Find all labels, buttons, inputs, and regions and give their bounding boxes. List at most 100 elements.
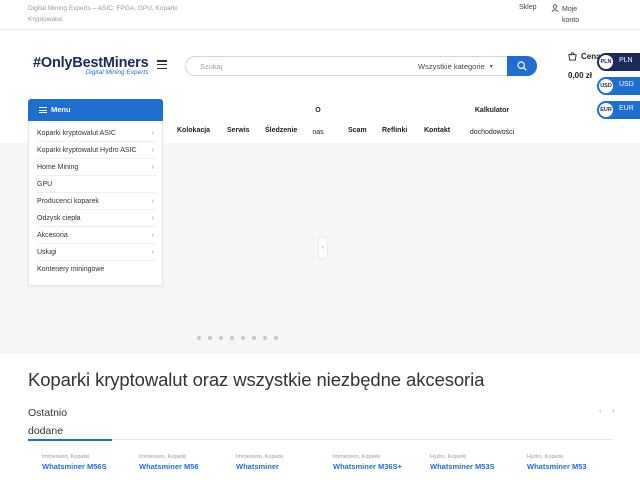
currency-eur-code: EUR: [599, 103, 613, 117]
menu-item-odzysk-ciepla[interactable]: Odzysk ciepła ›: [37, 210, 156, 227]
menu-item-label: Odzysk ciepła: [37, 215, 81, 222]
chevron-down-icon: ▼: [488, 64, 494, 70]
chevron-right-icon: ›: [151, 215, 154, 222]
menu-icon: [39, 107, 47, 113]
slider-dot[interactable]: [274, 336, 278, 340]
product-card[interactable]: Hydro, Koparki Whatsminer M53: [527, 454, 613, 471]
nav-kolokacja[interactable]: Kolokacja: [177, 127, 210, 134]
product-category: Immersion, Koparki: [139, 454, 187, 460]
user-icon: [551, 4, 559, 12]
nav-o-nas-top: O: [315, 107, 321, 114]
product-name[interactable]: Whatsminer M53S: [430, 462, 516, 471]
slider-dot[interactable]: [219, 336, 223, 340]
product-category: Hydro, Koparki: [430, 454, 467, 460]
menu-item-akcesoria[interactable]: Akcesoria ›: [37, 227, 156, 244]
nav-reflinki[interactable]: Reflinki: [382, 127, 407, 134]
currency-eur[interactable]: EUR EUR: [597, 101, 640, 119]
slider-dot[interactable]: [208, 336, 212, 340]
slider-prev-button[interactable]: ‹: [319, 238, 327, 258]
menu-item-label: Akcesoria: [37, 232, 68, 239]
menu-header[interactable]: Menu: [28, 99, 163, 121]
currency-eur-label: EUR: [619, 105, 634, 112]
carousel-arrows[interactable]: ‹ ›: [599, 406, 619, 415]
product-card[interactable]: Immersion, Koparki Whatsminer M36S+: [333, 454, 419, 471]
menu-item-label: Koparki kryptowalut ASIC: [37, 130, 116, 137]
currency-pln[interactable]: PLN PLN: [597, 53, 640, 71]
search-input[interactable]: [200, 60, 400, 72]
chevron-right-icon: ›: [151, 164, 154, 171]
slider-dot[interactable]: [230, 336, 234, 340]
product-name[interactable]: Whatsminer: [236, 462, 322, 471]
currency-usd-code: USD: [599, 79, 613, 93]
menu-item-label: Koparki kryptowalut Hydro ASIC: [37, 147, 137, 154]
menu-item-producenci[interactable]: Producenci koparek ›: [37, 193, 156, 210]
slider-dot[interactable]: [252, 336, 256, 340]
product-name[interactable]: Whatsminer M36S+: [333, 462, 419, 471]
menu-item-hydro-asic[interactable]: Koparki kryptowalut Hydro ASIC ›: [37, 142, 156, 159]
product-name[interactable]: Whatsminer M53: [527, 462, 613, 471]
cart-total: 0,00 zł: [568, 71, 593, 80]
site-tagline: Digital Mining Experts – ASIC, FPGA, GPU…: [28, 5, 178, 23]
search-bar: Wszystkie kategorie▼: [185, 56, 537, 76]
product-card[interactable]: Immersion, Koparki Whatsminer: [236, 454, 322, 471]
menu-item-label: Usługi: [37, 249, 57, 256]
nav-kalkulator-bottom: dochodowości: [469, 129, 515, 136]
product-category: Immersion, Koparki: [236, 454, 284, 460]
currency-usd[interactable]: USD USD: [597, 77, 640, 95]
recent-section-title: Ostatnio dodane: [28, 404, 67, 440]
nav-scam[interactable]: Scam: [348, 127, 367, 134]
product-card[interactable]: Immersion, Koparki Whatsminer M56: [139, 454, 225, 471]
nav-sledzenie[interactable]: Śledzenie: [265, 127, 297, 134]
chevron-right-icon: ›: [151, 249, 154, 256]
search-button[interactable]: [507, 56, 537, 76]
nav-o-nas-bottom: nas: [312, 129, 324, 136]
menu-header-label: Menu: [51, 105, 71, 114]
nav-serwis[interactable]: Serwis: [227, 127, 250, 134]
menu-item-gpu[interactable]: GPU: [37, 176, 156, 193]
product-category: Immersion, Koparki: [42, 454, 90, 460]
nav-kalkulator-top: Kalkulator: [474, 107, 510, 114]
nav-kalkulator[interactable]: Kalkulator dochodowości: [465, 105, 519, 138]
chevron-right-icon: ›: [151, 198, 154, 205]
search-category-label: Wszystkie kategorie: [418, 62, 485, 71]
product-card[interactable]: Immersion, Koparki Whatsminer M56S: [42, 454, 128, 471]
product-name[interactable]: Whatsminer M56S: [42, 462, 128, 471]
page: Digital Mining Experts – ASIC, FPGA, GPU…: [0, 0, 640, 480]
slider-dot[interactable]: [241, 336, 245, 340]
menu-item-home-mining[interactable]: Home Mining ›: [37, 159, 156, 176]
menu-item-label: Home Mining: [37, 164, 79, 171]
product-category: Immersion, Koparki: [333, 454, 381, 460]
recent-title-line2: dodane: [28, 425, 64, 437]
chevron-right-icon: ›: [151, 130, 154, 137]
menu-item-uslugi[interactable]: Usługi ›: [37, 244, 156, 261]
top-bar: Digital Mining Experts – ASIC, FPGA, GPU…: [0, 0, 640, 30]
search-category-select[interactable]: Wszystkie kategorie ▼: [418, 62, 494, 71]
product-card[interactable]: Hydro, Koparki Whatsminer M53S: [430, 454, 516, 471]
recent-title-line1: Ostatnio: [28, 407, 68, 419]
menu-item-asic[interactable]: Koparki kryptowalut ASIC ›: [37, 125, 156, 142]
chevron-right-icon: ›: [151, 232, 154, 239]
cart-icon: [568, 52, 577, 61]
account-link-label: Moje konto: [562, 6, 580, 24]
product-name[interactable]: Whatsminer M56: [139, 462, 225, 471]
account-link[interactable]: Moje konto: [551, 4, 590, 26]
section-divider: [28, 438, 612, 441]
currency-usd-label: USD: [619, 81, 634, 88]
slider-dot[interactable]: [263, 336, 267, 340]
currency-pln-code: PLN: [599, 55, 613, 69]
shop-link[interactable]: Sklep: [519, 4, 537, 11]
category-menu: Koparki kryptowalut ASIC › Koparki krypto…: [28, 121, 163, 286]
menu-item-label: Producenci koparek: [37, 198, 99, 205]
page-title: Koparki kryptowalut oraz wszystkie niezb…: [28, 369, 485, 390]
menu-item-label: Kontenery miningowe: [37, 266, 105, 273]
search-icon: [517, 61, 527, 71]
menu-item-label: GPU: [37, 181, 53, 188]
chevron-right-icon: ›: [151, 147, 154, 154]
product-category: Hydro, Koparki: [527, 454, 564, 460]
site-logo[interactable]: #OnlyBestMiners Digital Mining Experts: [33, 55, 149, 76]
slider-dot[interactable]: [197, 336, 201, 340]
nav-o-nas[interactable]: O nas: [310, 105, 326, 138]
hamburger-icon[interactable]: [157, 60, 167, 70]
nav-kontakt[interactable]: Kontakt: [424, 127, 450, 134]
menu-item-kontenery[interactable]: Kontenery miningowe: [37, 261, 156, 278]
